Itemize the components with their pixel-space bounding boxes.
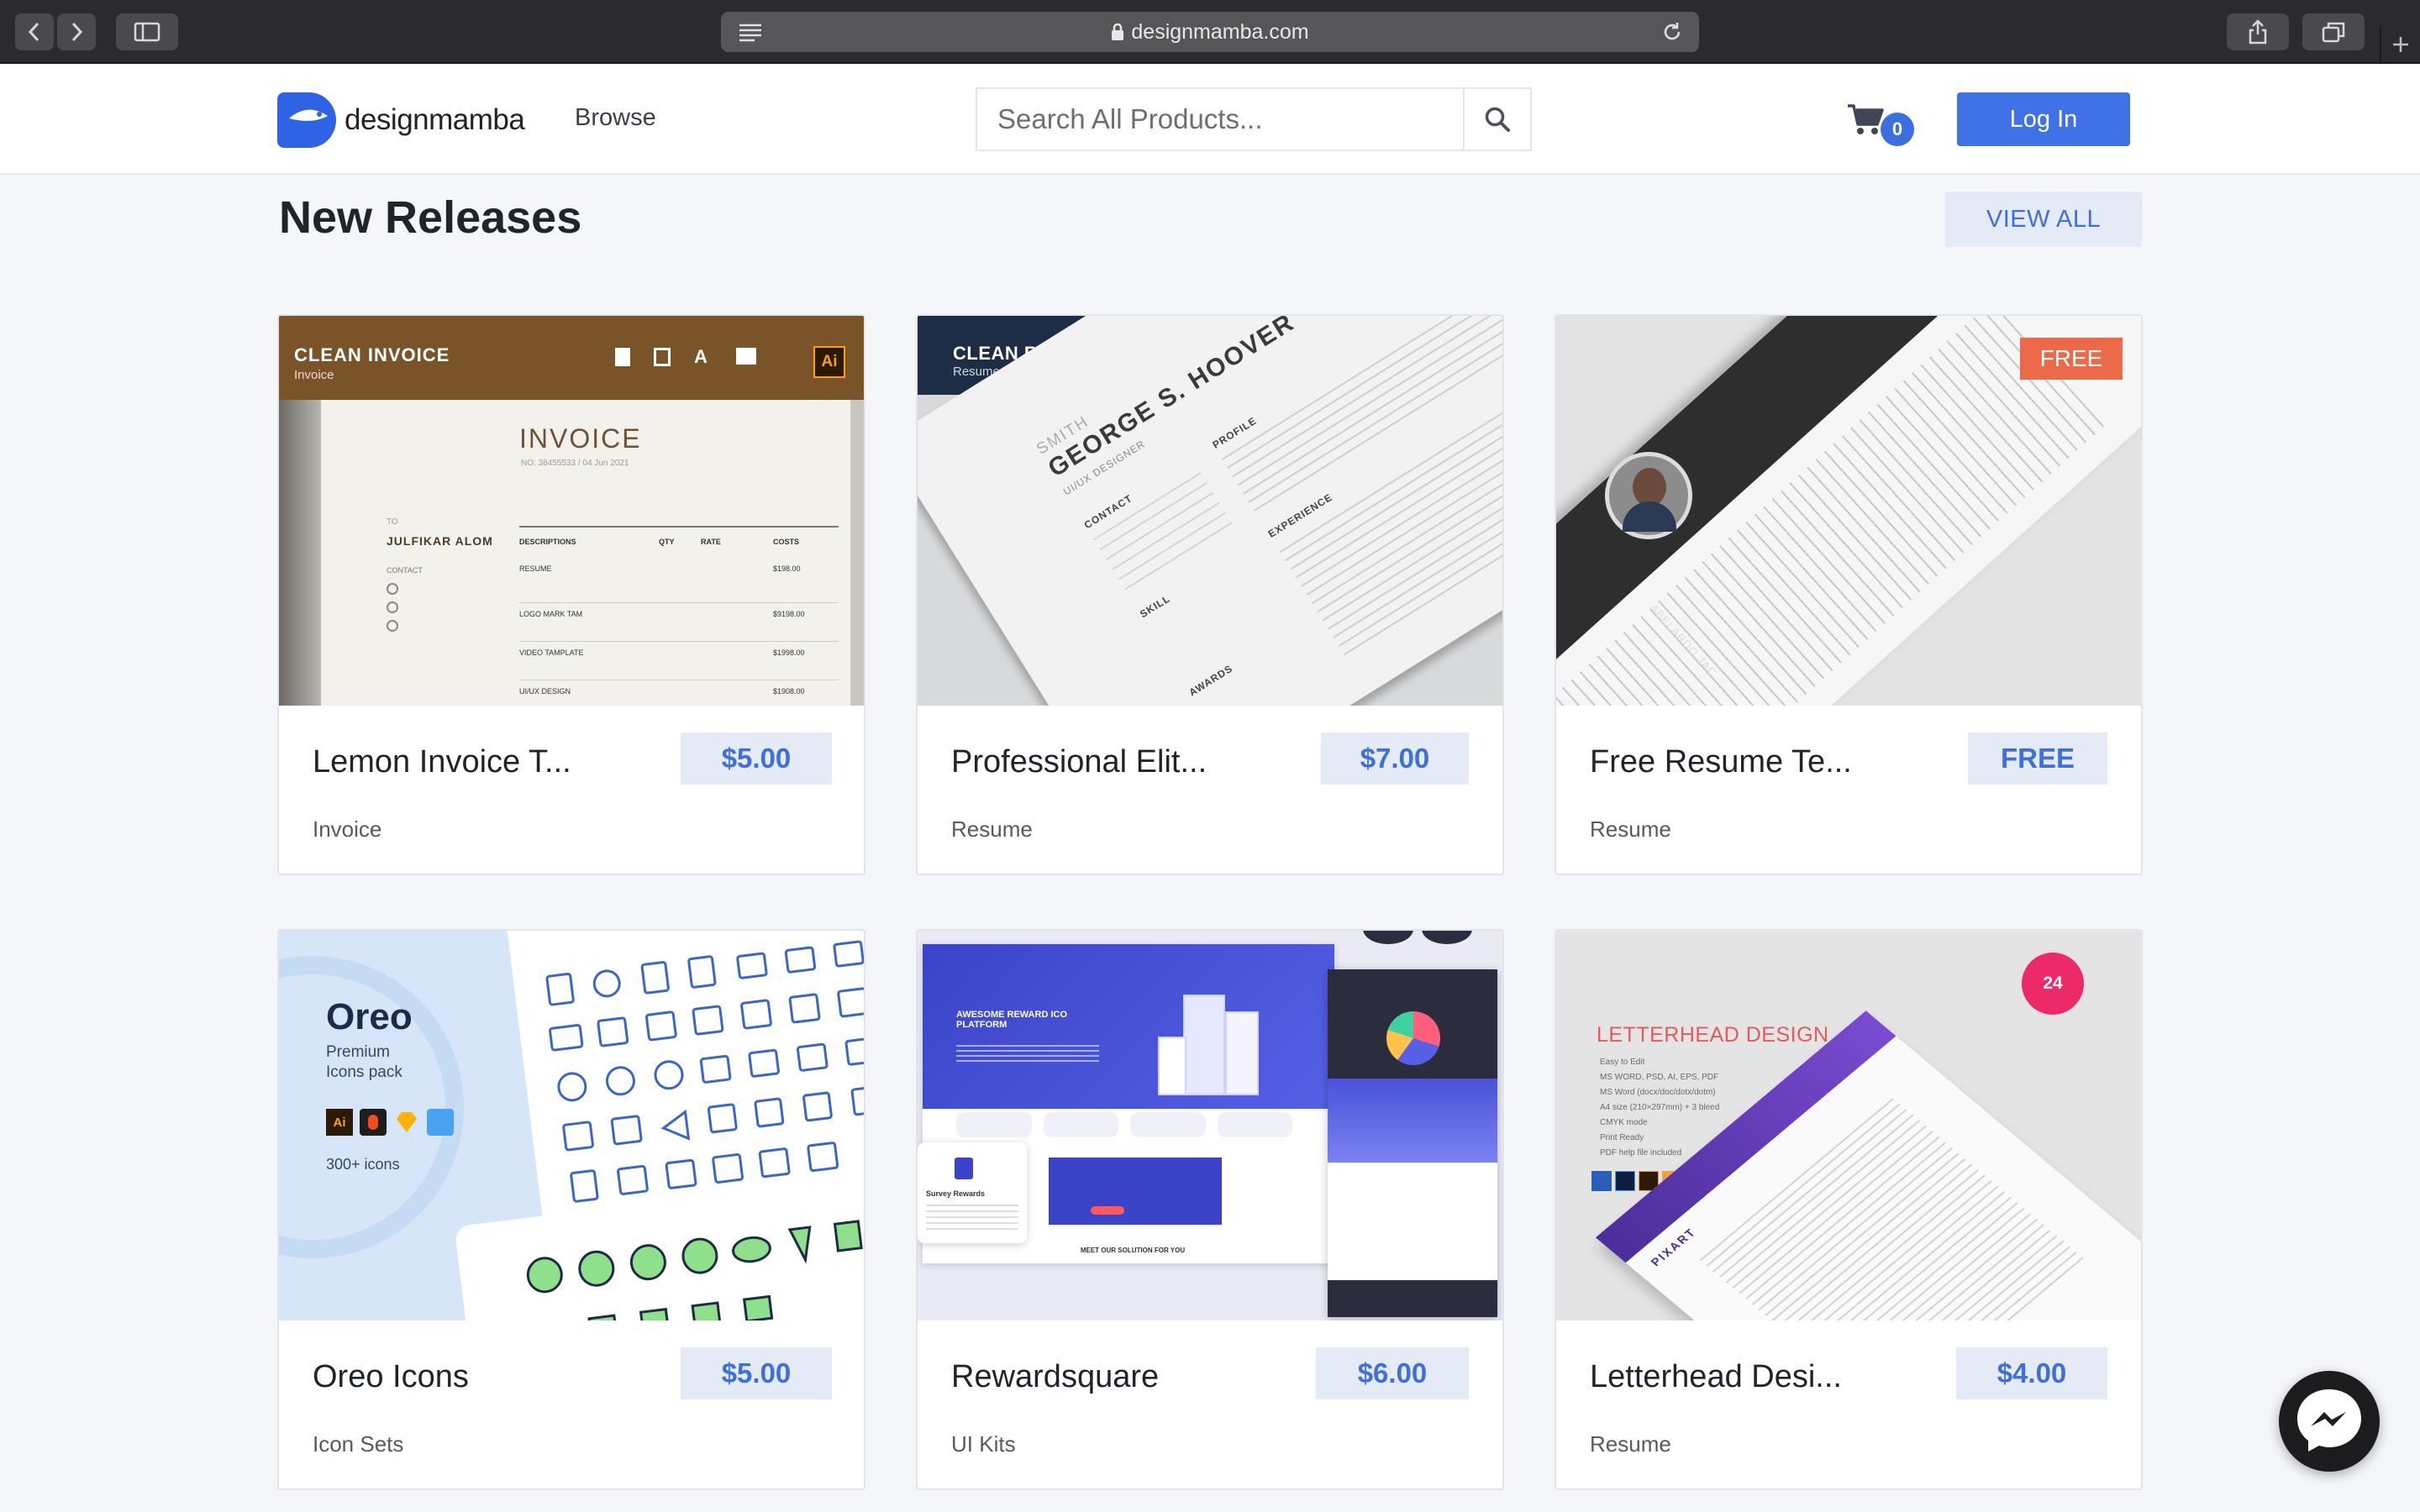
resume-sheet: SMITH GEORGE S. HOOVER UI/UX DESIGNER PR…	[918, 316, 1502, 706]
invoice-rows: RESUME $198.00 LOGO MARK TAM $9198.00 VIDE…	[519, 564, 839, 706]
letterhead-features: Easy to Edit MS WORD, PSD, AI, EPS, PDF …	[1600, 1058, 1720, 1158]
product-title[interactable]: Lemon Invoice T...	[313, 744, 571, 780]
product-thumbnail[interactable]: ABELARDO JAC FREE	[1556, 316, 2141, 706]
search-input[interactable]	[977, 89, 1463, 150]
free-badge: FREE	[2020, 338, 2123, 380]
product-thumbnail[interactable]: CLEAN RESUME / CV Resume + Cover Lertter…	[918, 316, 1502, 706]
login-button[interactable]: Log In	[1957, 92, 2130, 146]
product-card[interactable]: LETTERHEAD DESIGN Easy to Edit MS WORD, …	[1555, 929, 2143, 1490]
count-badge: 24	[2022, 953, 2084, 1015]
address-bar[interactable]: designmamba.com	[721, 12, 1699, 52]
search-icon	[1485, 107, 1510, 132]
price-badge: $5.00	[681, 1347, 832, 1399]
invoice-columns: DESCRIPTIONS QTY RATE COSTS	[519, 538, 800, 546]
url-text: designmamba.com	[1131, 19, 1309, 44]
product-card[interactable]: AWESOME REWARD ICO PLATFORM MEET OUR SOL…	[916, 929, 1504, 1490]
product-card[interactable]: ABELARDO JAC FREE Free Resume Te... FREE…	[1555, 314, 2143, 875]
product-title[interactable]: Professional Elit...	[951, 744, 1207, 780]
product-title[interactable]: Letterhead Desi...	[1590, 1359, 1842, 1395]
photoshop-icon	[1615, 1171, 1635, 1191]
logo-text: designmamba	[345, 103, 525, 136]
section-title: New Releases	[279, 192, 582, 243]
product-category[interactable]: UI Kits	[951, 1431, 1016, 1457]
product-thumbnail[interactable]: LETTERHEAD DESIGN Easy to Edit MS WORD, …	[1556, 931, 2141, 1320]
product-category[interactable]: Resume	[951, 816, 1033, 843]
price-badge: $7.00	[1321, 732, 1469, 785]
product-category[interactable]: Icon Sets	[313, 1431, 403, 1457]
plus-icon	[2393, 37, 2408, 52]
invoice-sheet: INVOICE NO: 38455533 / 04 Jun 2021 TO JU…	[321, 400, 850, 706]
cart-button[interactable]	[1847, 102, 1884, 140]
share-icon	[2249, 19, 2267, 45]
invoice-title: INVOICE	[519, 423, 642, 454]
product-category[interactable]: Resume	[1590, 816, 1671, 843]
new-tab-button[interactable]	[2380, 25, 2420, 64]
forward-button[interactable]	[57, 13, 96, 50]
sidebar-toggle-button[interactable]	[116, 13, 178, 50]
illustrator-icon: Ai	[326, 1109, 353, 1136]
product-thumbnail[interactable]: CLEAN INVOICE Invoice Ai A INVOICE NO: 3…	[279, 316, 864, 706]
app-format-icons: Ai	[326, 1109, 454, 1136]
shopping-cart-icon	[1848, 104, 1884, 134]
cart-count-badge: 0	[1881, 113, 1914, 146]
product-title[interactable]: Rewardsquare	[951, 1359, 1159, 1395]
messenger-chat-button[interactable]	[2279, 1371, 2380, 1472]
thumb-feature-icons: A	[615, 348, 756, 366]
illustrator-icon: Ai	[813, 346, 845, 378]
thumb-banner-sub: Invoice	[294, 368, 334, 382]
chevron-left-icon	[28, 22, 39, 42]
view-all-button[interactable]: VIEW ALL	[1945, 192, 2142, 247]
sketch-icon	[393, 1109, 420, 1136]
browse-link[interactable]: Browse	[575, 104, 656, 132]
hero-headline: AWESOME REWARD ICO PLATFORM	[956, 1010, 1068, 1030]
iconjar-icon	[427, 1109, 454, 1136]
product-title[interactable]: Free Resume Te...	[1590, 744, 1852, 780]
thumb-banner-title: CLEAN INVOICE	[294, 344, 450, 365]
icon-pack-brand: Oreo	[326, 996, 413, 1037]
ui-floating-card: Survey Rewards	[918, 1142, 1027, 1243]
site-header: designmamba Browse 0 Log In	[0, 64, 2420, 175]
share-button[interactable]	[2227, 13, 2289, 50]
avatar	[1605, 452, 1692, 539]
product-card[interactable]: CLEAN INVOICE Invoice Ai A INVOICE NO: 3…	[277, 314, 865, 875]
reader-view-icon[interactable]	[738, 22, 763, 42]
tabs-overview-button[interactable]	[2302, 13, 2365, 50]
ui-screen-dark	[1328, 969, 1497, 1317]
chevron-right-icon	[71, 22, 83, 42]
messenger-icon	[2297, 1389, 2361, 1452]
product-card[interactable]: Oreo Premium Icons pack Ai 300+ icons Or…	[277, 929, 865, 1490]
icon-count: 300+ icons	[326, 1156, 400, 1173]
price-badge: $5.00	[681, 732, 832, 785]
product-category[interactable]: Invoice	[313, 816, 381, 843]
product-thumbnail[interactable]: AWESOME REWARD ICO PLATFORM MEET OUR SOL…	[918, 931, 1502, 1320]
back-button[interactable]	[15, 13, 54, 50]
sidebar-icon	[134, 22, 160, 42]
figma-icon	[360, 1109, 387, 1136]
tabs-icon	[2322, 22, 2345, 43]
logo[interactable]: designmamba	[276, 91, 525, 150]
letterhead-heading: LETTERHEAD DESIGN	[1597, 1023, 1829, 1047]
product-title[interactable]: Oreo Icons	[313, 1359, 469, 1395]
browser-toolbar: designmamba.com	[0, 0, 2420, 64]
word-icon	[1591, 1171, 1612, 1191]
reload-icon[interactable]	[1660, 20, 1684, 44]
logo-mark-icon	[277, 92, 336, 148]
search-bar	[976, 87, 1532, 151]
price-badge: FREE	[1968, 732, 2107, 785]
invoice-client: JULFIKAR ALOM	[387, 534, 493, 548]
price-badge: $4.00	[1956, 1347, 2107, 1399]
search-button[interactable]	[1463, 89, 1530, 150]
product-card[interactable]: CLEAN RESUME / CV Resume + Cover Lertter…	[916, 314, 1504, 875]
lock-icon	[1112, 23, 1124, 40]
product-category[interactable]: Resume	[1590, 1431, 1671, 1457]
price-badge: $6.00	[1316, 1347, 1469, 1399]
product-thumbnail[interactable]: Oreo Premium Icons pack Ai 300+ icons	[279, 931, 864, 1320]
